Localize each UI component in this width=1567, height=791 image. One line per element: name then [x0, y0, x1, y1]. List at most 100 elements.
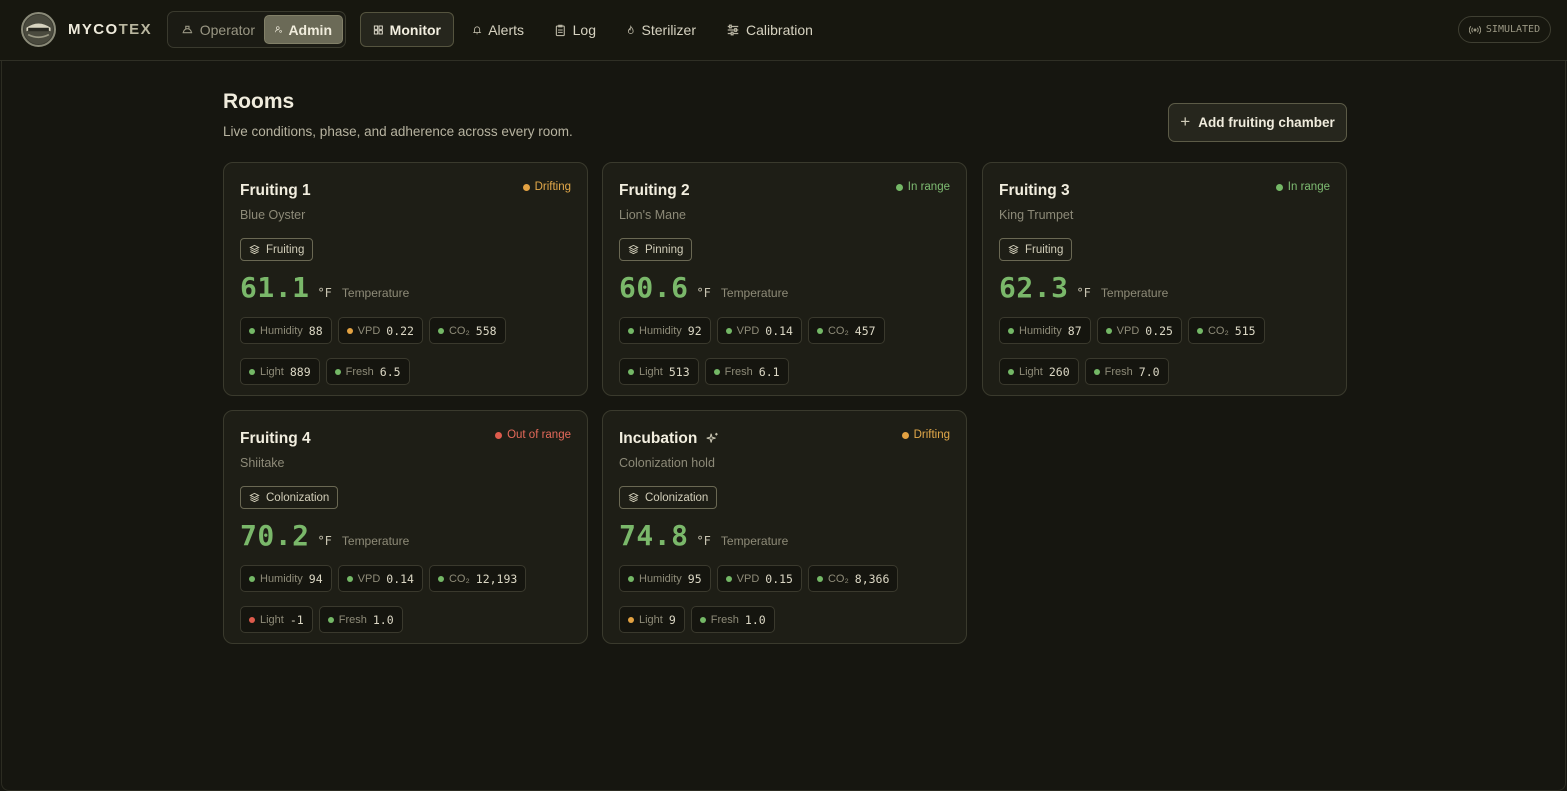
metric-chip: CO₂ 8,366 [807, 565, 899, 592]
metric-value: 8,366 [854, 571, 890, 586]
temperature-label: Temperature [341, 286, 410, 300]
nav-calibration[interactable]: Calibration [714, 12, 826, 47]
metric-status-dot [699, 616, 706, 623]
metric-label: VPD [736, 572, 760, 585]
nav-log[interactable]: Log [542, 12, 608, 47]
sliders-icon [727, 24, 739, 35]
room-card-3[interactable]: Fruiting 3 King Trumpet In range Fruitin… [982, 162, 1347, 396]
status-label: In range [907, 181, 950, 193]
metric-status-dot [816, 575, 823, 582]
status-dot [1275, 183, 1283, 191]
metric-chip: Light 513 [619, 358, 699, 385]
room-card-2[interactable]: Fruiting 2 Lion's Mane In range Pinning … [602, 162, 967, 396]
nav-calibration-label: Calibration [746, 21, 813, 38]
metric-label: Light [639, 613, 663, 626]
metric-label: Light [639, 365, 663, 378]
room-title: Incubation [619, 430, 719, 448]
metric-label: VPD [1116, 324, 1140, 337]
temperature-readout: 74.8 °F Temperature [619, 519, 788, 552]
temperature-unit: °F [317, 286, 332, 300]
phase-label: Colonization [645, 491, 709, 504]
metric-status-dot [816, 327, 823, 334]
metric-chip: Humidity 92 [619, 317, 711, 344]
metric-chip: VPD 0.15 [716, 565, 802, 592]
metric-value: 0.22 [386, 323, 414, 338]
metric-label: VPD [357, 572, 381, 585]
metric-status-dot [346, 575, 353, 582]
nav-sterilizer[interactable]: Sterilizer [614, 12, 708, 47]
metric-chip: Fresh 1.0 [318, 606, 403, 633]
status-label: Drifting [534, 181, 571, 193]
status-dot [522, 183, 530, 191]
metric-label: Humidity [1019, 324, 1062, 337]
metric-label: Humidity [639, 572, 682, 585]
room-card-4[interactable]: Fruiting 4 Shiitake Out of range Coloniz… [223, 410, 588, 644]
room-name: Incubation [619, 430, 698, 447]
metric-value: 0.25 [1145, 323, 1173, 338]
metric-label: Light [260, 613, 284, 626]
room-card-1[interactable]: Fruiting 1 Blue Oyster Drifting Fruiting… [223, 162, 588, 396]
status-label: In range [1287, 181, 1330, 193]
metric-status-dot [628, 616, 634, 623]
metric-status-dot [713, 368, 720, 375]
metric-label: CO₂ [448, 324, 470, 337]
metric-status-dot [628, 575, 634, 582]
room-species: Blue Oyster [240, 208, 306, 222]
nav-monitor-label: Monitor [389, 21, 441, 38]
metric-chip: Fresh 6.1 [704, 358, 789, 385]
metric-status-dot [249, 368, 255, 375]
page-title: Rooms [223, 90, 295, 113]
room-title: Fruiting 1 [240, 182, 311, 200]
metric-list: Humidity 88 VPD 0.22 CO₂ 558 Light 889 Fresh 6.5 [240, 317, 580, 385]
nav-alerts-label: Alerts [488, 21, 524, 38]
layers-icon [1008, 244, 1019, 255]
metric-value: 7.0 [1138, 364, 1160, 379]
layers-icon [628, 244, 639, 255]
phase-tag: Fruiting [240, 238, 314, 261]
metric-value: 94 [308, 571, 323, 586]
room-card-5[interactable]: Incubation Colonization hold Drifting Co… [602, 410, 967, 644]
nav-monitor[interactable]: Monitor [360, 12, 454, 47]
temperature-readout: 70.2 °F Temperature [240, 519, 409, 552]
metric-chip: Light -1 [240, 606, 313, 633]
metric-value: 6.1 [758, 364, 780, 379]
temperature-value: 70.2 [240, 519, 310, 552]
metric-chip: Humidity 95 [619, 565, 711, 592]
status-badge: In range [895, 181, 950, 193]
temperature-label: Temperature [720, 534, 789, 548]
status-dot [901, 431, 909, 439]
status-badge: In range [1275, 181, 1330, 193]
operator-role-button[interactable]: Operator [171, 15, 265, 44]
metric-value: 515 [1234, 323, 1256, 338]
phase-tag: Pinning [619, 238, 693, 261]
metric-label: CO₂ [448, 572, 470, 585]
nav-alerts[interactable]: Alerts [460, 12, 536, 47]
plus-icon: + [1180, 111, 1191, 131]
metric-status-dot [327, 616, 334, 623]
room-name: Fruiting 4 [240, 430, 311, 447]
metric-status-dot [249, 616, 255, 623]
admin-role-button[interactable]: Admin [264, 15, 343, 44]
user-cog-icon [275, 26, 282, 33]
room-name: Fruiting 3 [999, 182, 1070, 199]
metric-label: Humidity [260, 572, 303, 585]
metric-chip: CO₂ 12,193 [428, 565, 527, 592]
metric-status-dot [437, 575, 444, 582]
temperature-value: 61.1 [240, 271, 310, 304]
metric-value: 457 [854, 323, 876, 338]
metric-label: Fresh [724, 365, 753, 378]
metric-value: 260 [1048, 364, 1070, 379]
metric-list: Humidity 92 VPD 0.14 CO₂ 457 Light 513 Fresh 6.1 [619, 317, 959, 385]
top-bar: MYCOTEX Operator Admin Monitor Alerts Lo… [0, 0, 1567, 61]
add-fruiting-chamber-button[interactable]: + Add fruiting chamber [1168, 103, 1347, 142]
brand-main: MYCO [68, 21, 119, 38]
metric-value: 95 [687, 571, 702, 586]
clipboard-icon [555, 24, 565, 36]
metric-label: Humidity [260, 324, 303, 337]
metric-chip: Light 889 [240, 358, 320, 385]
room-species: King Trumpet [999, 208, 1074, 222]
metric-status-dot [1008, 368, 1014, 375]
nav-log-label: Log [572, 21, 596, 38]
metric-list: Humidity 95 VPD 0.15 CO₂ 8,366 Light 9 Fresh 1.0 [619, 565, 959, 633]
metric-label: VPD [736, 324, 760, 337]
